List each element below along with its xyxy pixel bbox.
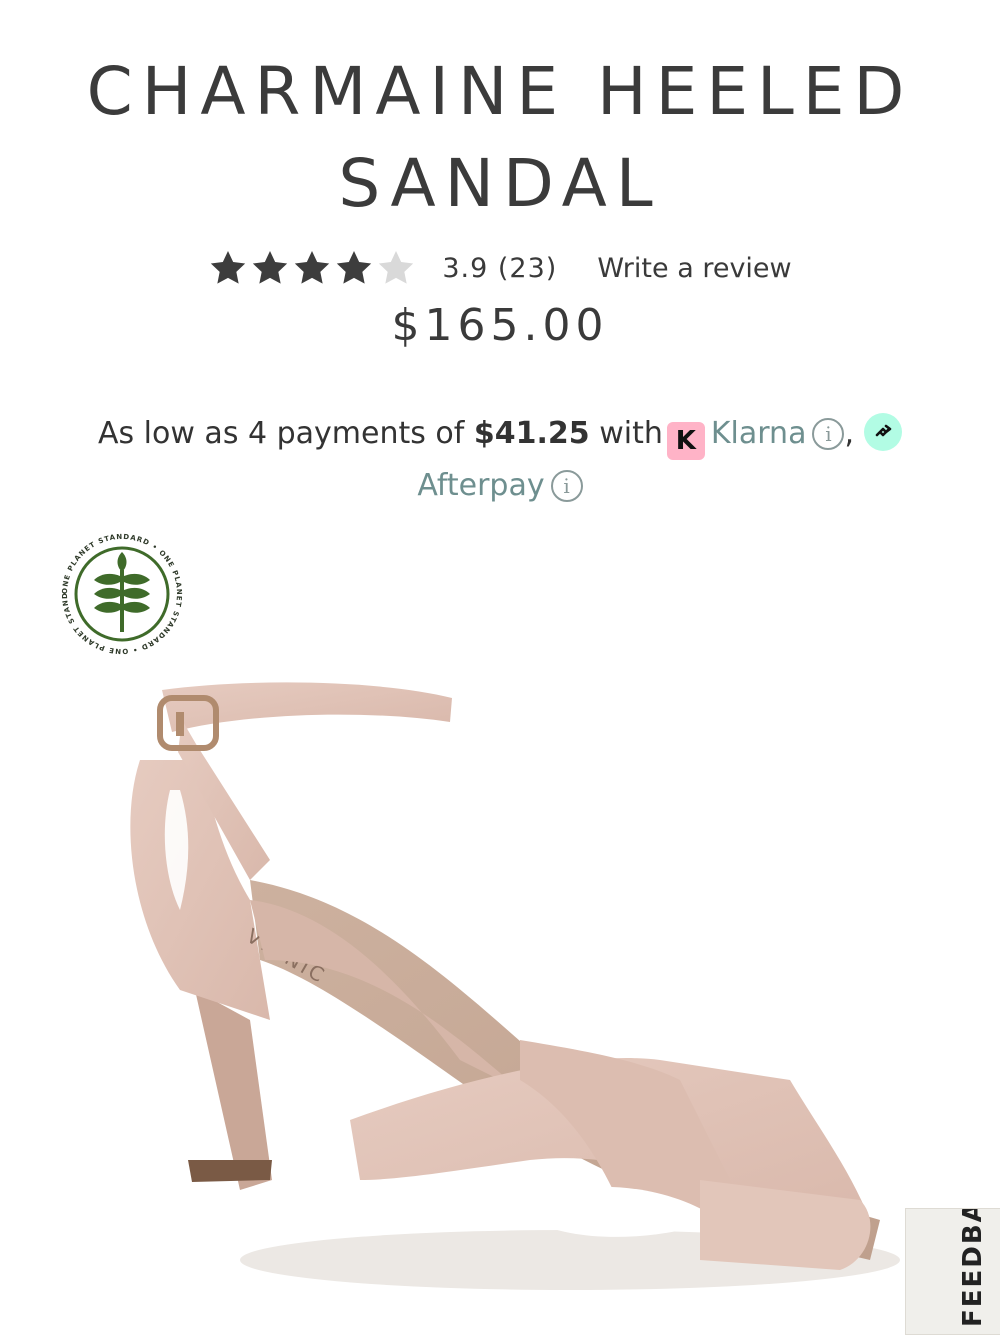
afterpay-info-icon[interactable]: i — [550, 470, 583, 502]
product-title: CHARMAINE HEELED SANDAL — [0, 46, 1000, 230]
installment-with: with — [599, 416, 663, 451]
afterpay-logo-icon — [864, 413, 903, 451]
product-image[interactable]: VIONIC — [100, 660, 900, 1320]
afterpay-link[interactable]: Afterpay — [417, 468, 544, 503]
star-icon — [295, 251, 330, 284]
star-icon — [211, 251, 246, 284]
rating-stars[interactable] — [208, 248, 416, 288]
installment-prefix: As low as 4 payments of — [97, 416, 465, 451]
rating-row: 3.9 (23) Write a review — [0, 246, 1000, 290]
klarna-logo-icon: K — [666, 422, 705, 460]
installment-amount: $41.25 — [473, 416, 590, 451]
feedback-label: FEEDBACK — [958, 1208, 988, 1327]
provider-separator: , — [844, 416, 855, 451]
klarna-link[interactable]: Klarna — [711, 416, 807, 451]
write-review-link[interactable]: Write a review — [597, 253, 791, 284]
product-title-line1: CHARMAINE HEELED — [86, 53, 914, 130]
installment-offer: As low as 4 payments of $41.25 with K Klar… — [60, 408, 940, 512]
product-price: $165.00 — [391, 300, 609, 351]
rating-score[interactable]: 3.9 (23) — [442, 253, 557, 284]
star-icon — [253, 251, 288, 284]
klarna-info-icon[interactable]: i — [812, 418, 845, 450]
star-icon — [379, 251, 414, 284]
product-title-line2: SANDAL — [338, 145, 662, 222]
one-planet-standard-badge: ONE PLANET STANDARD • ONE PLANET STANDAR… — [55, 524, 186, 658]
star-icon — [337, 251, 372, 284]
feedback-tab[interactable]: FEEDBACK — [905, 1208, 1000, 1335]
